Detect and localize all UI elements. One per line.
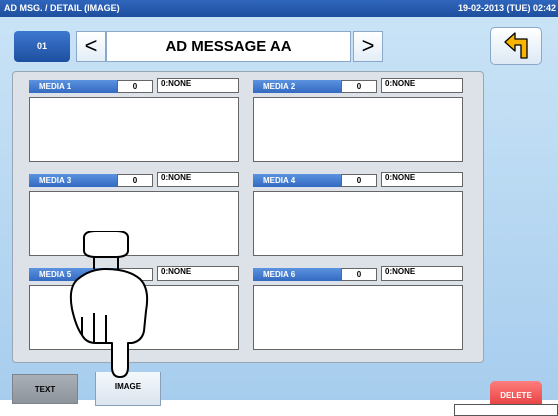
media-type[interactable]: 0:NONE: [157, 78, 239, 93]
next-record-button[interactable]: >: [353, 31, 383, 62]
title-bar: AD MSG. / DETAIL (IMAGE) 19-02-2013 (TUE…: [0, 0, 558, 17]
media-label: MEDIA 4: [253, 174, 341, 187]
media-number[interactable]: 0: [341, 174, 377, 187]
media-number[interactable]: 0: [341, 268, 377, 281]
pointing-hand-icon: [69, 231, 149, 378]
media-number[interactable]: 0: [341, 80, 377, 93]
media-image-area[interactable]: [253, 97, 463, 162]
main-screen: 01 < AD MESSAGE AA > MEDIA 1 0 0:NONE ME…: [0, 17, 558, 411]
media-slot[interactable]: MEDIA 6 0 0:NONE: [253, 266, 463, 350]
media-image-area[interactable]: [253, 285, 463, 350]
media-slot[interactable]: MEDIA 2 0 0:NONE: [253, 78, 463, 162]
media-label: MEDIA 6: [253, 268, 341, 281]
media-label: MEDIA 2: [253, 80, 341, 93]
media-image-area[interactable]: [29, 97, 239, 162]
record-id: 01: [14, 31, 70, 62]
media-slot[interactable]: MEDIA 1 0 0:NONE: [29, 78, 239, 162]
media-number[interactable]: 0: [117, 80, 153, 93]
media-type[interactable]: 0:NONE: [381, 78, 463, 93]
media-type[interactable]: 0:NONE: [157, 266, 239, 281]
media-type[interactable]: 0:NONE: [157, 172, 239, 187]
return-arrow-icon: [504, 32, 528, 59]
back-button[interactable]: [490, 27, 542, 65]
page-title: AD MSG. / DETAIL (IMAGE): [4, 3, 120, 13]
media-image-area[interactable]: [253, 191, 463, 256]
media-label: MEDIA 1: [29, 80, 117, 93]
prev-record-button[interactable]: <: [76, 31, 106, 62]
media-slot[interactable]: MEDIA 4 0 0:NONE: [253, 172, 463, 256]
media-label: MEDIA 3: [29, 174, 117, 187]
record-name-field[interactable]: AD MESSAGE AA: [106, 31, 351, 62]
media-type[interactable]: 0:NONE: [381, 266, 463, 281]
media-type[interactable]: 0:NONE: [381, 172, 463, 187]
status-strip: [454, 404, 558, 416]
media-number[interactable]: 0: [117, 174, 153, 187]
datetime: 19-02-2013 (TUE) 02:42: [457, 3, 556, 13]
